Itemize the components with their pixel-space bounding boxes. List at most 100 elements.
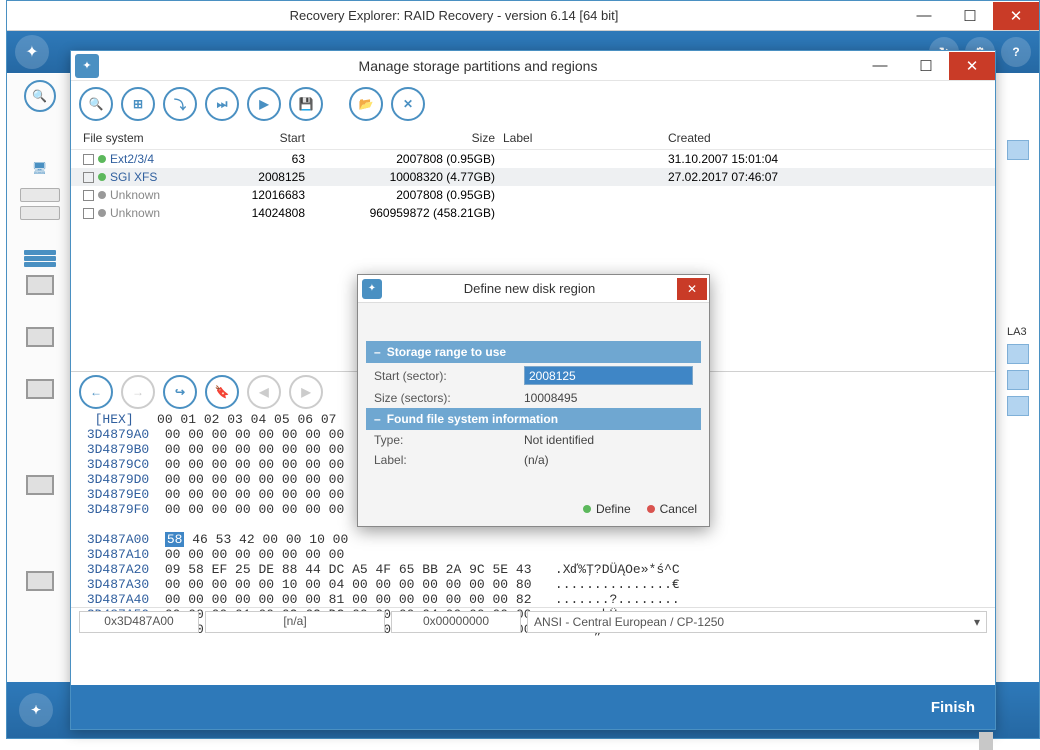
- dialog-title: Define new disk region: [382, 281, 677, 296]
- fs-size: 2007808 (0.95GB): [309, 151, 499, 167]
- main-close-button[interactable]: ✕: [993, 2, 1039, 30]
- dialog-close-button[interactable]: ✕: [677, 278, 707, 300]
- define-button[interactable]: Define: [583, 502, 631, 516]
- table-row[interactable]: Unknown14024808960959872 (458.21GB): [71, 204, 995, 222]
- open-button[interactable]: 📂: [349, 87, 383, 121]
- delete-button[interactable]: ✕: [391, 87, 425, 121]
- sidebar-disk-icon-1[interactable]: [20, 188, 60, 202]
- sidebar-fs-icon-5[interactable]: [26, 571, 54, 591]
- section-storage-range[interactable]: – Storage range to use: [366, 341, 701, 363]
- status-dot-icon: [98, 191, 106, 199]
- table-row[interactable]: SGI XFS200812510008320 (4.77GB)27.02.201…: [71, 168, 995, 186]
- sidebar-disk-icon-2[interactable]: [20, 206, 60, 220]
- partitions-title: Manage storage partitions and regions: [99, 58, 857, 74]
- sidebar-fs-icon-2[interactable]: [26, 327, 54, 347]
- fs-start: 14024808: [219, 205, 309, 221]
- save-button[interactable]: 💾: [289, 87, 323, 121]
- grid-button[interactable]: ⊞: [121, 87, 155, 121]
- fs-name: Ext2/3/4: [110, 152, 154, 166]
- dialog-titlebar: ✦ Define new disk region ✕: [358, 275, 709, 303]
- fs-label: [499, 176, 664, 178]
- partitions-minimize-button[interactable]: —: [857, 52, 903, 80]
- fs-name: SGI XFS: [110, 170, 157, 184]
- size-sectors-value[interactable]: 10008495: [524, 391, 693, 405]
- hex-back-button[interactable]: ←: [79, 375, 113, 409]
- chevron-down-icon: ▾: [974, 615, 980, 629]
- step-down-button[interactable]: ⤵: [163, 87, 197, 121]
- sidebar-search-icon[interactable]: 🔍: [24, 80, 56, 112]
- footer-wizard-icon[interactable]: ✦: [19, 693, 53, 727]
- thumb-strip[interactable]: [1007, 140, 1029, 160]
- col-fs[interactable]: File system: [79, 129, 219, 147]
- thumb-strip[interactable]: [1007, 344, 1029, 364]
- collapse-icon: –: [374, 412, 381, 426]
- sidebar-fs-icon-4[interactable]: [26, 475, 54, 495]
- fs-start: 12016683: [219, 187, 309, 203]
- hex-addr-field[interactable]: 0x3D487A00: [79, 611, 199, 633]
- fs-size: 960959872 (458.21GB): [309, 205, 499, 221]
- dialog-app-icon: ✦: [362, 279, 382, 299]
- collapse-icon: –: [374, 345, 381, 359]
- play-button[interactable]: ▶: [247, 87, 281, 121]
- fs-label: [499, 158, 664, 160]
- col-created[interactable]: Created: [664, 129, 864, 147]
- col-label[interactable]: Label: [499, 129, 664, 147]
- toolbar-help-button[interactable]: ?: [1001, 37, 1031, 67]
- fs-table-body: Ext2/3/4632007808 (0.95GB)31.10.2007 15:…: [71, 150, 995, 222]
- row-checkbox[interactable]: [83, 172, 94, 183]
- size-sectors-row: Size (sectors): 10008495: [366, 388, 701, 408]
- skip-button[interactable]: ⏭: [205, 87, 239, 121]
- hex-encoding-label: ANSI - Central European / CP-1250: [534, 615, 724, 629]
- cancel-label: Cancel: [660, 502, 697, 516]
- cancel-button[interactable]: Cancel: [647, 502, 697, 516]
- start-sector-row: Start (sector):: [366, 363, 701, 388]
- red-dot-icon: [647, 505, 655, 513]
- hex-goto-button[interactable]: ↪: [163, 375, 197, 409]
- row-checkbox[interactable]: [83, 190, 94, 201]
- col-size[interactable]: Size: [309, 129, 499, 147]
- thumb-strip[interactable]: [1007, 396, 1029, 416]
- hex-right-nav-button[interactable]: ▶: [289, 375, 323, 409]
- row-checkbox[interactable]: [83, 154, 94, 165]
- fs-table-header: File system Start Size Label Created: [71, 127, 995, 150]
- sidebar-fs-icon-1[interactable]: [26, 275, 54, 295]
- row-checkbox[interactable]: [83, 208, 94, 219]
- sidebar-raid-icon[interactable]: [7, 250, 72, 267]
- partitions-toolbar: 🔍 ⊞ ⤵ ⏭ ▶ 💾 📂 ✕: [71, 81, 995, 127]
- partitions-close-button[interactable]: ✕: [949, 52, 995, 80]
- hex-encoding-select[interactable]: ANSI - Central European / CP-1250 ▾: [527, 611, 987, 633]
- thumb-strip[interactable]: [1007, 370, 1029, 390]
- main-minimize-button[interactable]: —: [901, 2, 947, 30]
- scan-button[interactable]: 🔍: [79, 87, 113, 121]
- finish-button[interactable]: Finish: [931, 699, 975, 716]
- sidebar-fs-icon-3[interactable]: [26, 379, 54, 399]
- size-sectors-label: Size (sectors):: [374, 391, 524, 405]
- table-row[interactable]: Unknown120166832007808 (0.95GB): [71, 186, 995, 204]
- right-thumbnails: LA3: [1007, 74, 1040, 682]
- fs-name: Unknown: [110, 188, 160, 202]
- section-storage-label: Storage range to use: [387, 345, 506, 359]
- hex-left-nav-button[interactable]: ◀: [247, 375, 281, 409]
- table-row[interactable]: Ext2/3/4632007808 (0.95GB)31.10.2007 15:…: [71, 150, 995, 168]
- fs-start: 63: [219, 151, 309, 167]
- main-title: Recovery Explorer: RAID Recovery - versi…: [7, 8, 901, 23]
- define-label: Define: [596, 502, 631, 516]
- finish-bar: Finish: [71, 685, 995, 729]
- main-maximize-button[interactable]: ☐: [947, 2, 993, 30]
- hex-offset-field[interactable]: 0x00000000: [391, 611, 521, 633]
- start-sector-input[interactable]: [524, 366, 693, 385]
- start-sector-label: Start (sector):: [374, 369, 524, 383]
- fs-type-value: Not identified: [524, 433, 693, 447]
- section-fs-label: Found file system information: [387, 412, 558, 426]
- col-start[interactable]: Start: [219, 129, 309, 147]
- section-fs-info[interactable]: – Found file system information: [366, 408, 701, 430]
- fs-label: [499, 194, 664, 196]
- partitions-maximize-button[interactable]: ☐: [903, 52, 949, 80]
- fs-created: [664, 212, 864, 214]
- hex-na-field[interactable]: [n/a]: [205, 611, 385, 633]
- hex-forward-button[interactable]: →: [121, 375, 155, 409]
- fs-type-row: Type: Not identified: [366, 430, 701, 450]
- sidebar-computer-icon[interactable]: 🖥: [20, 154, 60, 182]
- hex-bookmark-button[interactable]: 🔖: [205, 375, 239, 409]
- fs-label-label: Label:: [374, 453, 524, 467]
